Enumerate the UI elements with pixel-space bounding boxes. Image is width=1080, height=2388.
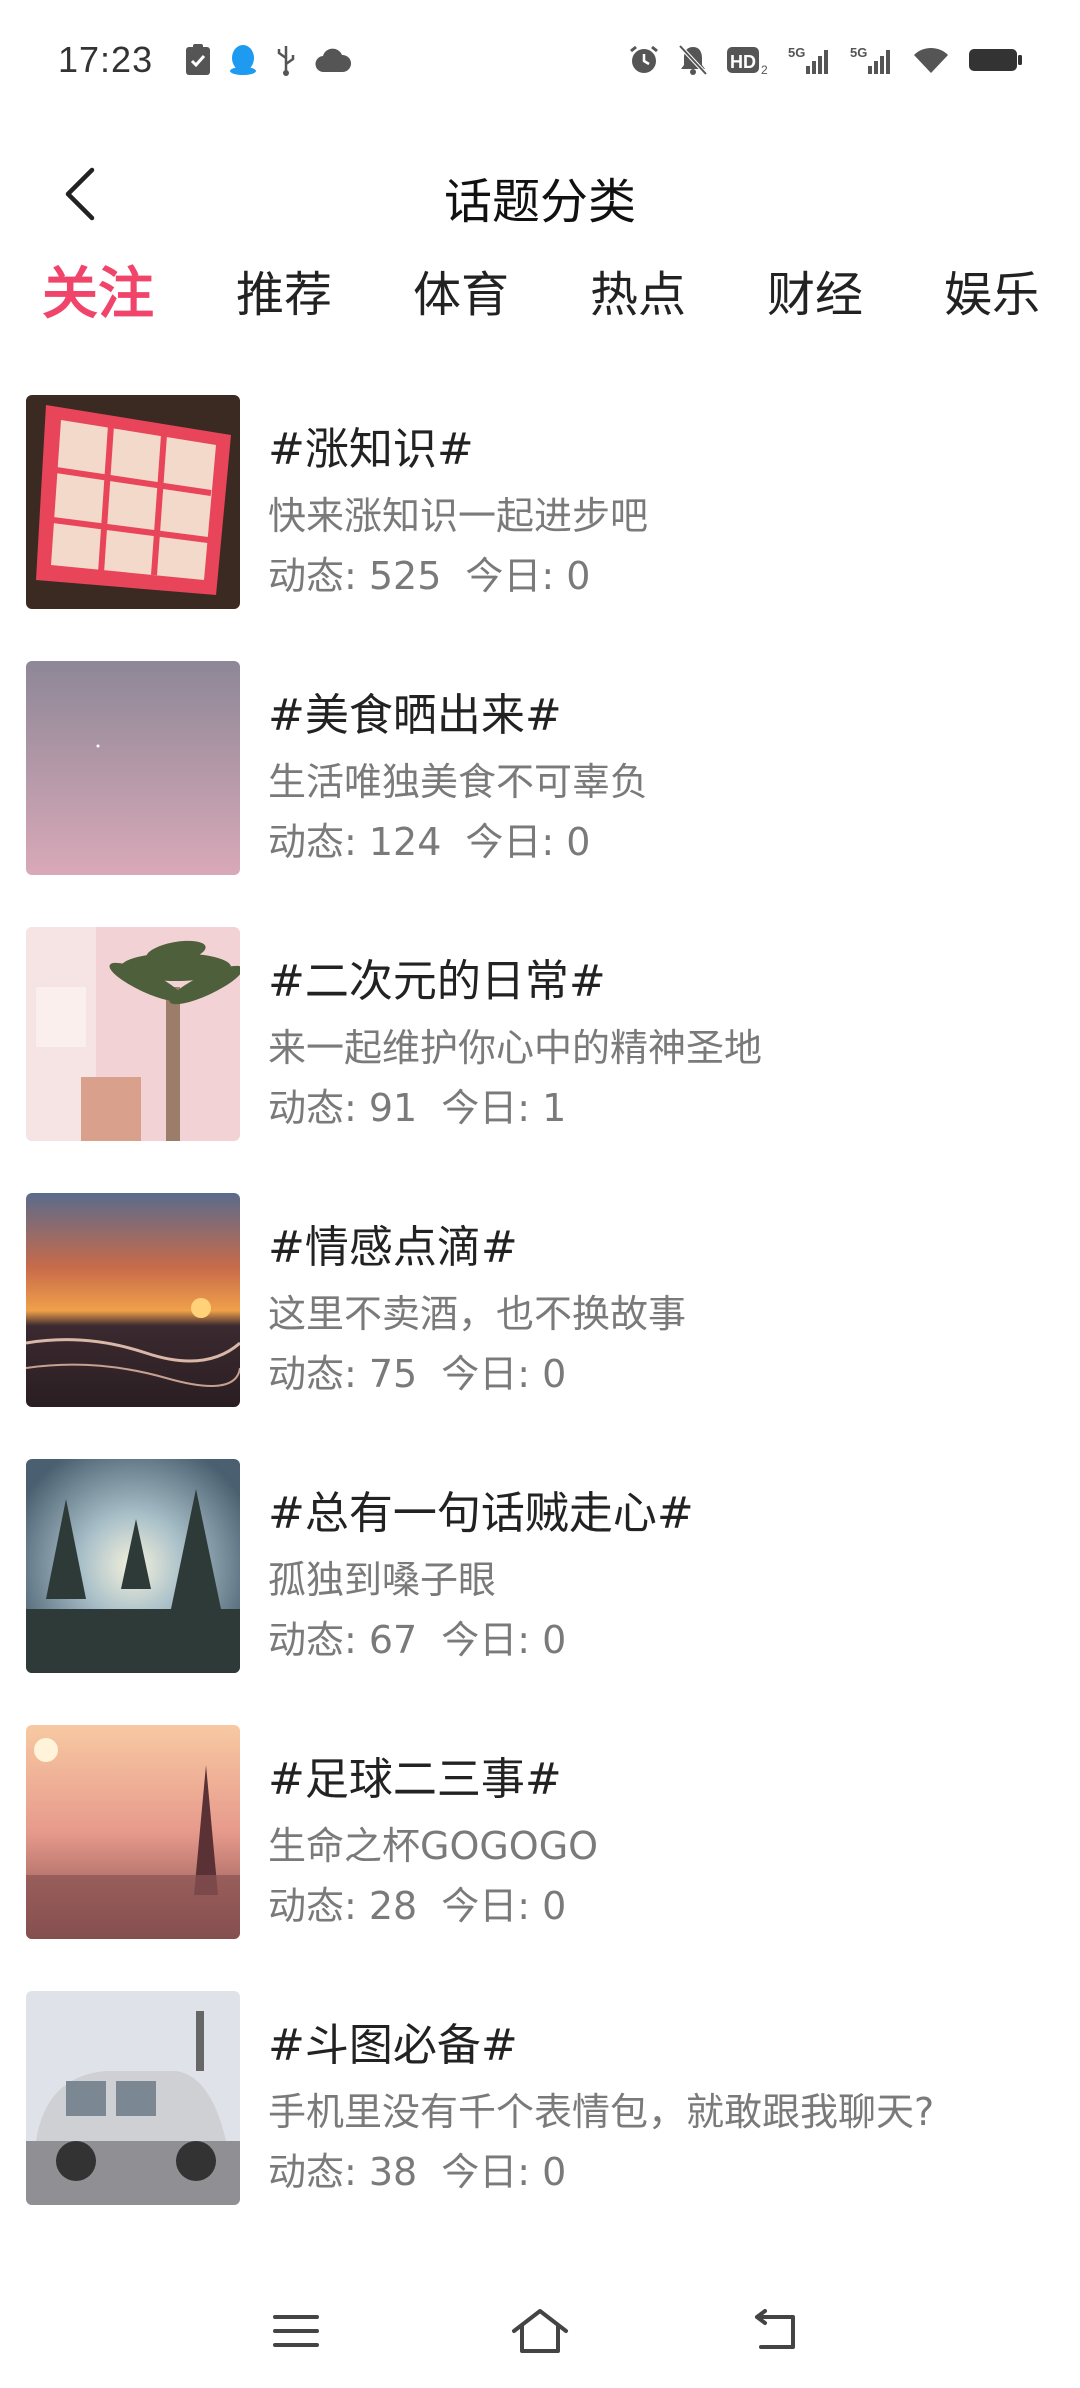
topic-thumbnail [26,1991,240,2205]
topic-stats: 动态: 525 今日: 0 [268,545,590,600]
tab-follow[interactable]: 关注 [42,255,154,330]
today-count: 今日: 0 [441,1618,567,1662]
tab-recommend[interactable]: 推荐 [236,255,332,325]
usb-icon [275,44,297,76]
topic-description: 快来涨知识一起进步吧 [268,494,649,538]
topic-thumbnail [26,1459,240,1673]
topic-item[interactable]: #二次元的日常# 来一起维护你心中的精神圣地 动态: 91 今日: 1 [0,927,1080,1143]
topic-title: #美食晒出来# [268,690,562,741]
today-count: 今日: 0 [465,820,591,864]
topic-item[interactable]: #足球二三事# 生命之杯GOGOGO 动态: 28 今日: 0 [0,1725,1080,1941]
hd-label: HD [730,52,756,72]
category-tabs: 关注 推荐 体育 热点 财经 娱乐 [0,255,1080,345]
tab-finance[interactable]: 财经 [767,255,863,325]
topic-stats: 动态: 38 今日: 0 [268,2141,566,2196]
topic-stats: 动态: 124 今日: 0 [268,811,590,866]
tab-sports[interactable]: 体育 [413,255,509,325]
mute-bell-icon [678,44,708,76]
topic-item[interactable]: #斗图必备# 手机里没有千个表情包，就敢跟我聊天? 动态: 38 今日: 0 [0,1991,1080,2207]
topic-title: #总有一句话贼走心# [268,1488,694,1539]
system-nav-bar [0,2278,1080,2388]
topic-item[interactable]: #涨知识# 快来涨知识一起进步吧 动态: 525 今日: 0 [0,395,1080,611]
posts-count: 动态: 38 [268,2150,418,2194]
topic-title: #足球二三事# [268,1754,562,1805]
topic-stats: 动态: 91 今日: 1 [268,1077,566,1132]
today-count: 今日: 0 [441,1884,567,1928]
check-clipboard-icon [185,44,211,76]
topic-thumbnail [26,1725,240,1939]
net-label-1: 5G [788,45,805,60]
tab-entertainment[interactable]: 娱乐 [944,255,1040,325]
status-time: 17:23 [58,39,154,80]
signal-5g-icon: 5G [788,44,832,76]
hd-icon: HD 2 [726,44,770,76]
topic-title: #斗图必备# [268,2020,518,2071]
topic-stats: 动态: 67 今日: 0 [268,1609,566,1664]
topic-description: 孤独到嗓子眼 [268,1558,497,1602]
topic-thumbnail [26,661,240,875]
home-button[interactable] [500,2298,580,2368]
topic-item[interactable]: #总有一句话贼走心# 孤独到嗓子眼 动态: 67 今日: 0 [0,1459,1080,1675]
today-count: 今日: 0 [441,1352,567,1396]
tab-hot[interactable]: 热点 [590,255,686,325]
page-title: 话题分类 [443,174,636,230]
today-count: 今日: 0 [465,554,591,598]
topic-item[interactable]: #美食晒出来# 生活唯独美食不可辜负 动态: 124 今日: 0 [0,661,1080,877]
topic-thumbnail [26,927,240,1141]
cloud-icon [315,46,352,74]
menu-icon [271,2311,321,2355]
status-right: HD 2 5G 5G [628,44,1024,76]
menu-button[interactable] [256,2298,336,2368]
home-icon [510,2307,570,2359]
topic-stats: 动态: 75 今日: 0 [268,1343,566,1398]
topic-title: #二次元的日常# [268,956,606,1007]
alarm-icon [628,44,660,76]
hd-sub: 2 [761,63,768,76]
back-nav-button[interactable] [736,2298,816,2368]
topic-title: #情感点滴# [268,1222,518,1273]
posts-count: 动态: 91 [268,1086,418,1130]
topic-item[interactable]: #情感点滴# 这里不卖酒，也不换故事 动态: 75 今日: 0 [0,1193,1080,1409]
topic-description: 这里不卖酒，也不换故事 [268,1292,687,1336]
topic-stats: 动态: 28 今日: 0 [268,1875,566,1930]
today-count: 今日: 0 [441,2150,567,2194]
back-icon [751,2309,801,2357]
today-count: 今日: 1 [441,1086,567,1130]
posts-count: 动态: 525 [268,554,442,598]
posts-count: 动态: 67 [268,1618,418,1662]
topic-thumbnail [26,395,240,609]
posts-count: 动态: 28 [268,1884,418,1928]
topic-thumbnail [26,1193,240,1407]
status-bar: 17:23 HD 2 5G 5G [0,0,1080,120]
topic-title: #涨知识# [268,424,474,475]
qq-penguin-icon [229,44,257,76]
net-label-2: 5G [850,45,867,60]
signal-5g-icon: 5G [850,44,894,76]
status-left: 17:23 [58,39,352,81]
posts-count: 动态: 124 [268,820,442,864]
topic-description: 来一起维护你心中的精神圣地 [268,1026,763,1070]
wifi-icon [912,45,950,75]
battery-icon [968,46,1024,74]
topic-description: 手机里没有千个表情包，就敢跟我聊天? [268,2090,935,2134]
topic-description: 生命之杯GOGOGO [268,1824,599,1868]
posts-count: 动态: 75 [268,1352,418,1396]
topic-description: 生活唯独美食不可辜负 [268,760,649,804]
